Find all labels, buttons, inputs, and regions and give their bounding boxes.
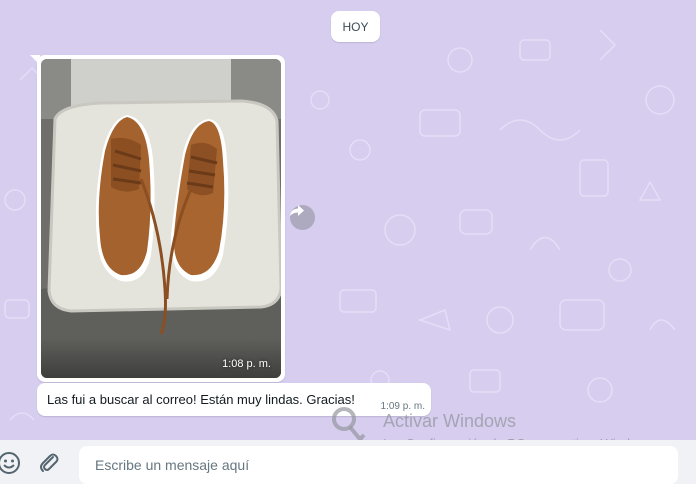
paperclip-icon <box>40 453 59 472</box>
forward-icon <box>290 205 304 216</box>
image-message-bubble[interactable]: 1:08 p. m. <box>37 55 285 382</box>
message-input-box[interactable] <box>79 446 678 484</box>
chat-background: HOY 1:08 p. m. Las fui a buscar al corre… <box>0 0 696 440</box>
text-message-time: 1:09 p. m. <box>380 401 425 412</box>
emoji-button[interactable] <box>0 450 22 476</box>
shoes-photo-illustration <box>41 59 281 378</box>
day-divider: HOY <box>331 11 380 42</box>
message-input[interactable] <box>79 446 678 484</box>
image-message-time: 1:08 p. m. <box>222 358 271 370</box>
text-message-body: Las fui a buscar al correo! Están muy li… <box>47 392 355 407</box>
emoji-icon <box>0 452 20 474</box>
text-message-bubble[interactable]: Las fui a buscar al correo! Están muy li… <box>37 383 431 416</box>
day-divider-label: HOY <box>342 19 369 34</box>
message-composer <box>0 440 696 484</box>
forward-button[interactable] <box>290 205 315 230</box>
attach-button[interactable] <box>36 450 62 476</box>
shoes-photo[interactable]: 1:08 p. m. <box>41 59 281 378</box>
